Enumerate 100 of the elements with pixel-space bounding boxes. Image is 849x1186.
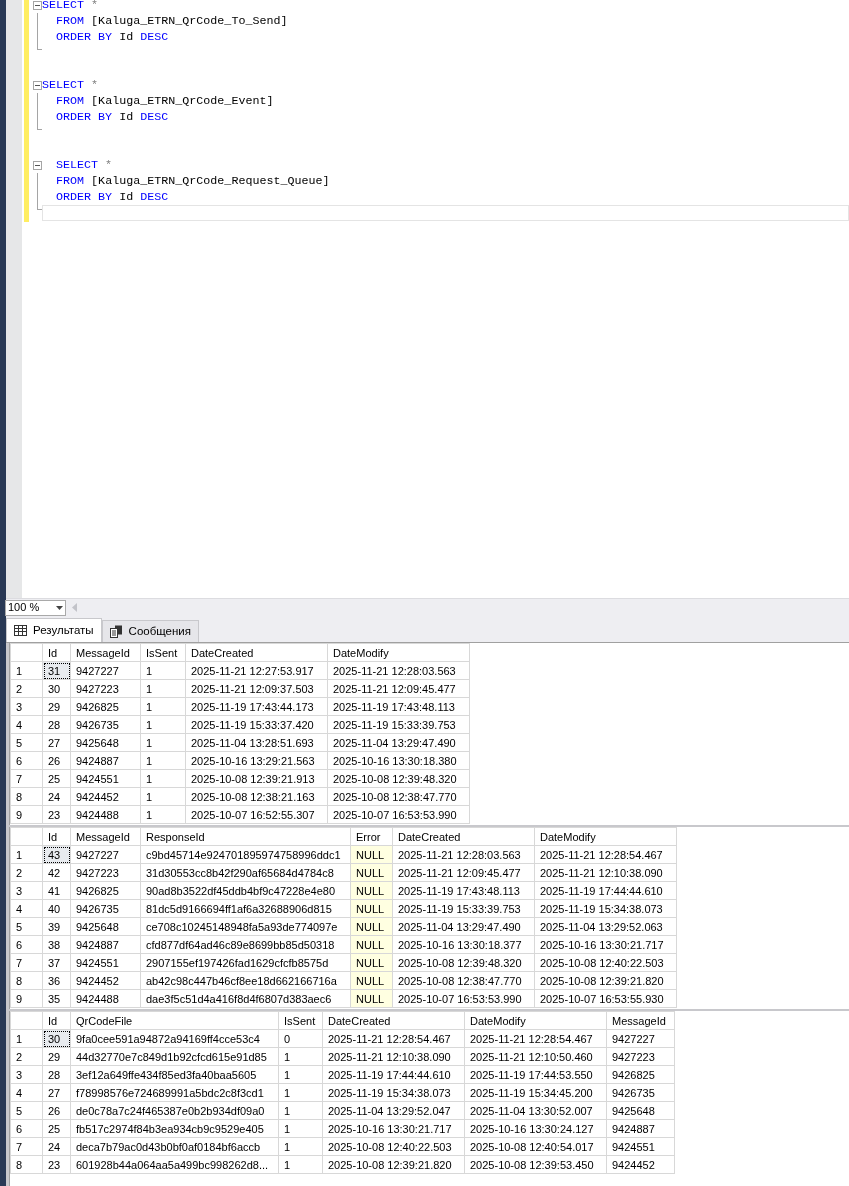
table-cell: 9424488 (70, 989, 141, 1008)
table-cell: 2025-10-16 13:30:18.380 (327, 751, 470, 770)
row-number[interactable]: 2 (10, 1047, 43, 1066)
row-number[interactable]: 6 (10, 751, 43, 770)
column-header[interactable]: ResponseId (140, 827, 351, 846)
row-number[interactable]: 7 (10, 769, 43, 788)
table-cell: 9426825 (606, 1065, 675, 1084)
row-number[interactable]: 9 (10, 989, 43, 1008)
table-cell: 9425648 (70, 917, 141, 936)
table-cell: 9424551 (606, 1137, 675, 1156)
code-line: FROM [Kaluga_ETRN_QrCode_To_Send] (55, 13, 288, 29)
collapse-icon[interactable] (33, 161, 42, 170)
row-number[interactable]: 3 (10, 697, 43, 716)
table-cell: 27 (42, 733, 71, 752)
table-cell: 9427223 (606, 1047, 675, 1066)
table-cell: de0c78a7c24f465387e0b2b934df09a0 (70, 1101, 279, 1120)
table-cell: 2025-10-08 12:40:54.017 (464, 1137, 607, 1156)
table-cell: 2025-11-19 15:34:45.200 (464, 1083, 607, 1102)
table-cell: 39 (42, 917, 71, 936)
column-header[interactable]: Id (42, 1011, 71, 1030)
table-cell: 2025-11-19 15:34:38.073 (322, 1083, 465, 1102)
row-number[interactable]: 2 (10, 863, 43, 882)
table-cell: 9424452 (70, 787, 141, 806)
table-cell: 2025-10-16 13:30:21.717 (534, 935, 677, 954)
row-number[interactable]: 6 (10, 935, 43, 954)
table-cell: 2025-11-19 15:33:37.420 (185, 715, 328, 734)
row-number[interactable]: 3 (10, 1065, 43, 1084)
row-number[interactable]: 7 (10, 953, 43, 972)
code-line: ORDER BY Id DESC (55, 189, 169, 205)
table-cell: dae3f5c51d4a416f8d4f6807d383aec6 (140, 989, 351, 1008)
table-cell: 2025-11-21 12:27:53.917 (185, 661, 328, 680)
column-header[interactable]: DateCreated (322, 1011, 465, 1030)
table-cell: 2025-10-07 16:53:55.930 (534, 989, 677, 1008)
table-cell: 1 (140, 661, 186, 680)
row-number[interactable]: 9 (10, 805, 43, 824)
row-number[interactable]: 4 (10, 1083, 43, 1102)
column-header[interactable]: Id (42, 643, 71, 662)
row-number[interactable]: 6 (10, 1119, 43, 1138)
table-cell: 2025-11-21 12:09:45.477 (392, 863, 535, 882)
row-number[interactable]: 1 (10, 845, 43, 864)
table-cell: 41 (42, 881, 71, 900)
column-header[interactable]: DateModify (534, 827, 677, 846)
table-cell: fb517c2974f84b3ea934cb9c9529e405 (70, 1119, 279, 1138)
table-cell: 1 (140, 679, 186, 698)
table-cell: 37 (42, 953, 71, 972)
column-header[interactable]: IsSent (140, 643, 186, 662)
row-number[interactable]: 1 (10, 661, 43, 680)
column-header[interactable]: QrCodeFile (70, 1011, 279, 1030)
collapse-icon[interactable] (33, 1, 42, 10)
column-header[interactable]: Id (42, 827, 71, 846)
table-cell: 1 (278, 1137, 323, 1156)
column-header[interactable]: DateModify (464, 1011, 607, 1030)
table-cell: 2025-10-16 13:30:24.127 (464, 1119, 607, 1138)
caret-icon (56, 605, 63, 610)
column-header[interactable]: Error (350, 827, 393, 846)
document-icon (109, 625, 123, 638)
table-cell: f78998576e724689991a5bdc2c8f3cd1 (70, 1083, 279, 1102)
column-header[interactable]: DateCreated (392, 827, 535, 846)
row-number[interactable]: 3 (10, 881, 43, 900)
table-cell: 25 (42, 1119, 71, 1138)
table-cell: 2025-10-08 12:39:48.320 (392, 953, 535, 972)
column-header[interactable]: IsSent (278, 1011, 323, 1030)
table-cell: 9424488 (70, 805, 141, 824)
row-number[interactable]: 4 (10, 899, 43, 918)
row-number[interactable]: 8 (10, 1155, 43, 1174)
table-cell: 9425648 (606, 1101, 675, 1120)
column-header[interactable]: MessageId (70, 643, 141, 662)
row-number[interactable]: 4 (10, 715, 43, 734)
table-cell: 26 (42, 1101, 71, 1120)
row-number[interactable]: 8 (10, 787, 43, 806)
table-cell: 2025-11-21 12:28:03.563 (327, 661, 470, 680)
table-cell: 1 (278, 1047, 323, 1066)
table-cell: 31d30553cc8b42f290af65684d4784c8 (140, 863, 351, 882)
column-header[interactable]: DateCreated (185, 643, 328, 662)
column-header[interactable]: MessageId (606, 1011, 675, 1030)
table-cell: 1 (140, 697, 186, 716)
table-cell: 2025-11-21 12:10:38.090 (534, 863, 677, 882)
table-cell: 2025-11-19 17:43:48.113 (327, 697, 470, 716)
results-tab[interactable]: Сообщения (101, 620, 199, 642)
table-cell: 27 (42, 1083, 71, 1102)
table-cell: 9426735 (70, 899, 141, 918)
table-cell: 36 (42, 971, 71, 990)
row-number[interactable]: 2 (10, 679, 43, 698)
results-tab[interactable]: Результаты (6, 618, 102, 642)
table-cell: 2025-10-08 12:38:21.163 (185, 787, 328, 806)
row-number[interactable]: 1 (10, 1029, 43, 1048)
row-number[interactable]: 5 (10, 733, 43, 752)
table-cell: 2025-11-04 13:28:51.693 (185, 733, 328, 752)
row-number[interactable]: 5 (10, 1101, 43, 1120)
table-cell: 25 (42, 769, 71, 788)
table-cell: 2025-10-07 16:53:53.990 (327, 805, 470, 824)
row-number[interactable]: 7 (10, 1137, 43, 1156)
collapse-icon[interactable] (33, 81, 42, 90)
table-cell: 9425648 (70, 733, 141, 752)
zoom-dropdown[interactable]: 100 % (5, 599, 66, 616)
table-cell: 9424452 (606, 1155, 675, 1174)
row-number[interactable]: 8 (10, 971, 43, 990)
column-header[interactable]: MessageId (70, 827, 141, 846)
column-header[interactable]: DateModify (327, 643, 470, 662)
row-number[interactable]: 5 (10, 917, 43, 936)
